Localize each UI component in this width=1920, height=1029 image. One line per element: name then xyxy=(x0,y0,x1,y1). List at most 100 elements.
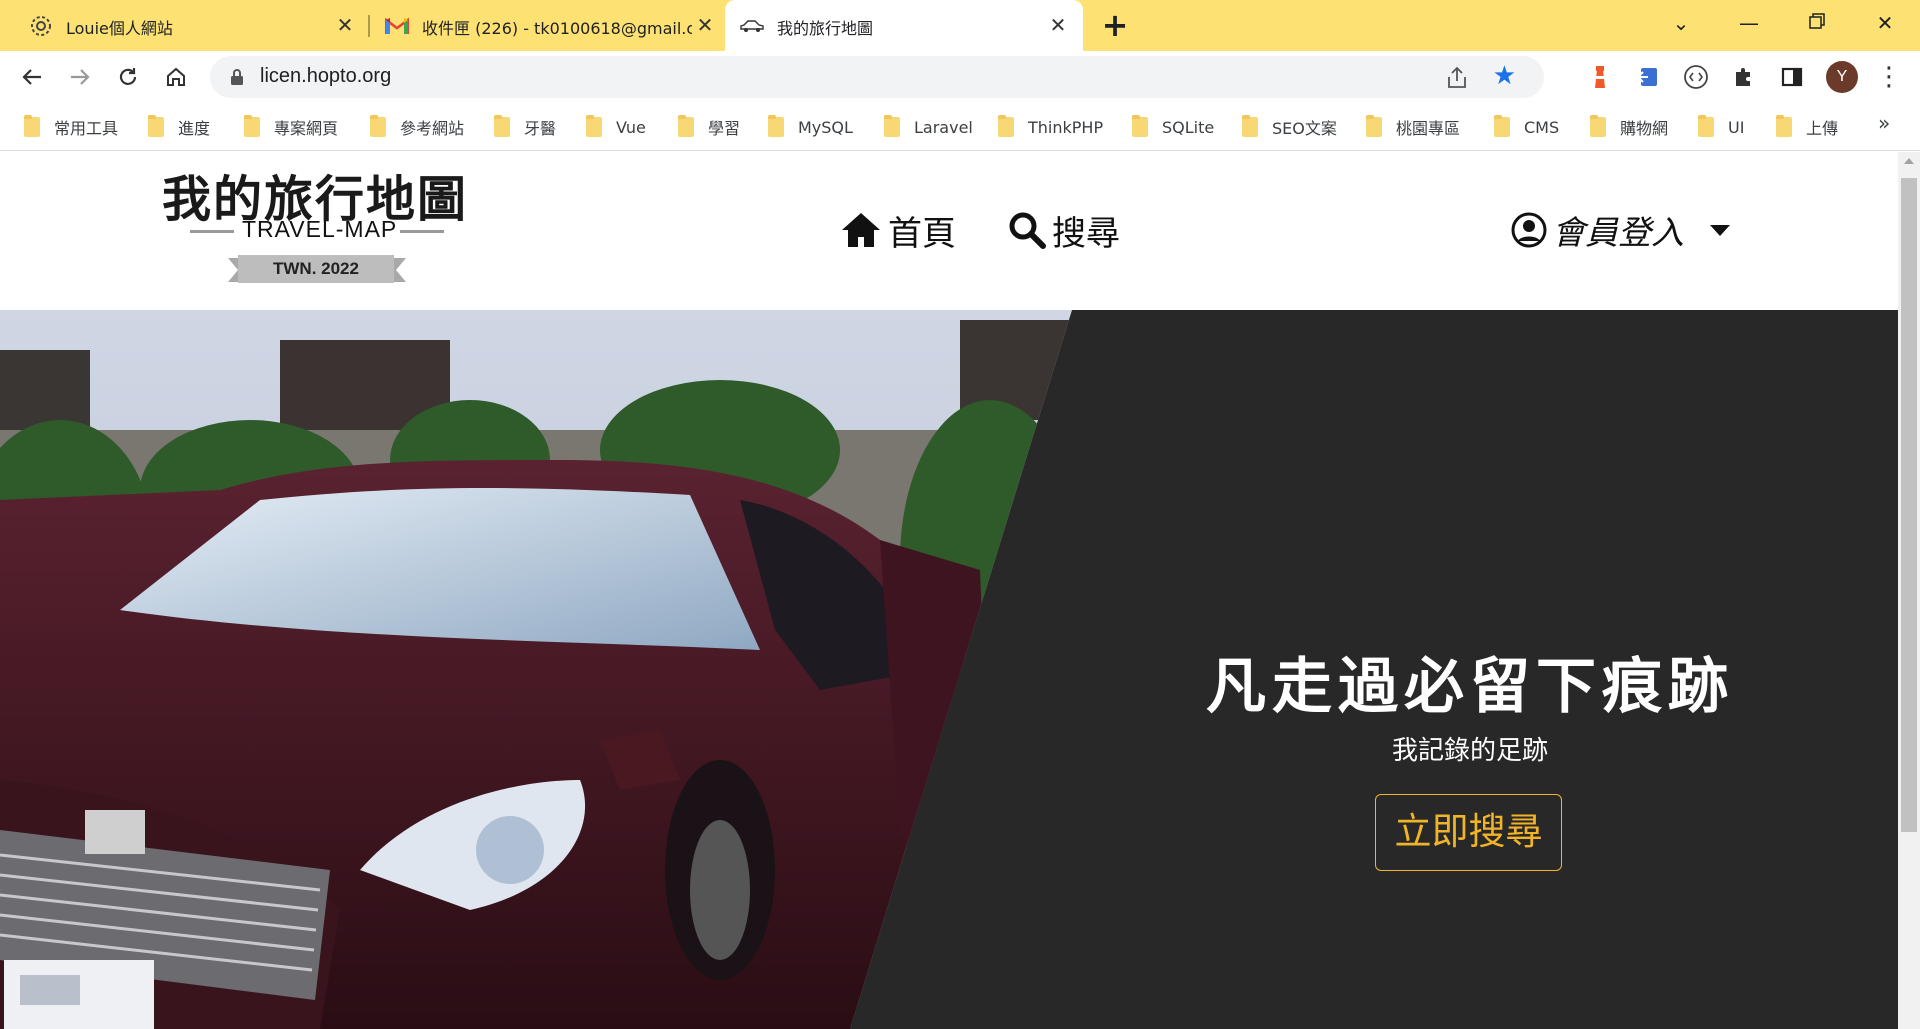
tab-search-icon[interactable]: ⌄ xyxy=(1664,8,1698,38)
address-bar[interactable]: licen.hopto.org ★ xyxy=(210,56,1544,98)
logo-divider xyxy=(400,230,444,233)
bookmark-label: Vue xyxy=(616,117,646,137)
scroll-up-icon[interactable] xyxy=(1904,158,1914,164)
code-extension-icon[interactable] xyxy=(1682,63,1710,91)
bookmark-folder[interactable]: 進度 xyxy=(148,114,210,140)
bookmark-label: 牙醫 xyxy=(524,119,557,138)
folder-icon xyxy=(1698,115,1714,137)
search-icon xyxy=(1009,212,1046,249)
gmail-icon xyxy=(384,13,410,39)
home-icon[interactable] xyxy=(160,61,192,93)
hero-title: 凡走過必留下痕跡 xyxy=(1206,652,1734,722)
folder-icon xyxy=(370,115,386,137)
back-icon[interactable] xyxy=(16,61,48,93)
site-logo-badge: TWN. 2022 xyxy=(238,255,394,283)
bookmark-folder[interactable]: ThinkPHP xyxy=(998,114,1103,140)
close-window-icon[interactable]: ✕ xyxy=(1868,8,1902,38)
bookmark-label: UI xyxy=(1728,117,1745,137)
login-label: 會員登入 xyxy=(1552,213,1684,252)
car-icon xyxy=(739,13,765,39)
side-panel-icon[interactable] xyxy=(1778,63,1806,91)
folder-icon xyxy=(768,115,784,137)
site-header: 我的旅行地圖 TRAVEL-MAP TWN. 2022 首頁 搜尋 會員登入 xyxy=(0,152,1898,310)
share-icon[interactable] xyxy=(1444,65,1470,91)
bookmark-folder[interactable]: MySQL xyxy=(768,114,853,140)
caret-down-icon xyxy=(1710,224,1730,236)
bookmark-folder[interactable]: SQLite xyxy=(1132,114,1214,140)
gear-icon xyxy=(28,13,54,39)
bookmark-folder[interactable]: 購物網 xyxy=(1590,114,1668,140)
tab-title: Louie個人網站 xyxy=(66,19,173,38)
bookmark-folder[interactable]: 學習 xyxy=(678,114,740,140)
browser-menu-icon[interactable]: ⋮ xyxy=(1876,62,1902,92)
browser-toolbar: licen.hopto.org ★ xyxy=(0,51,1920,103)
folder-icon xyxy=(1242,115,1258,137)
bookmark-label: 常用工具 xyxy=(54,119,119,138)
tab-title: 我的旅行地圖 xyxy=(777,19,874,38)
bookmark-label: 購物網 xyxy=(1620,119,1669,138)
folder-icon xyxy=(244,115,260,137)
tab-separator xyxy=(368,15,370,37)
bookmark-folder[interactable]: Laravel xyxy=(884,114,973,140)
tab-gmail[interactable]: 收件匣 (226) - tk0100618@gmail.c ✕ xyxy=(372,0,724,51)
home-icon xyxy=(842,213,880,247)
bookmark-folder[interactable]: CMS xyxy=(1494,114,1559,140)
tab-travel-map[interactable]: 我的旅行地圖 ✕ xyxy=(725,0,1083,51)
bookmark-folder[interactable]: 參考網站 xyxy=(370,114,464,140)
bookmark-folder[interactable]: 上傳 xyxy=(1776,114,1838,140)
bookmark-label: 桃園專區 xyxy=(1396,119,1461,138)
forward-icon[interactable] xyxy=(64,61,96,93)
folder-icon xyxy=(494,115,510,137)
folder-icon xyxy=(998,115,1014,137)
scrollbar-thumb[interactable] xyxy=(1901,178,1917,832)
user-circle-icon xyxy=(1511,212,1547,248)
search-now-button[interactable]: 立即搜尋 xyxy=(1375,794,1562,871)
new-tab-button[interactable]: + xyxy=(1100,9,1130,41)
bookmark-folder[interactable]: 常用工具 xyxy=(24,114,118,140)
folder-icon xyxy=(1132,115,1148,137)
hero-banner: 凡走過必留下痕跡 我記錄的足跡 立即搜尋 xyxy=(0,310,1898,1029)
bookmarks-overflow-button[interactable]: » xyxy=(1878,111,1890,135)
lighthouse-extension-icon[interactable] xyxy=(1586,63,1614,91)
bookmark-label: 進度 xyxy=(178,119,211,138)
bookmark-label: SQLite xyxy=(1162,117,1215,137)
close-icon[interactable]: ✕ xyxy=(1047,14,1069,36)
bookmark-folder[interactable]: 牙醫 xyxy=(494,114,556,140)
hero-subtitle: 我記錄的足跡 xyxy=(1391,736,1548,766)
bookmark-label: 學習 xyxy=(708,119,741,138)
folder-icon xyxy=(884,115,900,137)
bookmark-folder[interactable]: 專案網頁 xyxy=(244,114,338,140)
logo-divider xyxy=(190,230,234,233)
bookmark-star-icon[interactable]: ★ xyxy=(1493,63,1516,89)
bookmark-folder[interactable]: UI xyxy=(1698,114,1744,140)
tab-louie[interactable]: Louie個人網站 ✕ xyxy=(0,0,366,51)
url-text: licen.hopto.org xyxy=(260,65,392,87)
close-icon[interactable]: ✕ xyxy=(694,14,716,36)
minimize-icon[interactable]: — xyxy=(1732,8,1766,38)
lock-icon xyxy=(231,69,243,85)
nav-home-label: 首頁 xyxy=(888,213,956,254)
nav-home[interactable]: 首頁 xyxy=(840,208,956,254)
devtools-extension-icon[interactable] xyxy=(1634,63,1662,91)
close-icon[interactable]: ✕ xyxy=(334,14,356,36)
bookmark-folder[interactable]: 桃園專區 xyxy=(1366,114,1460,140)
nav-search[interactable]: 搜尋 xyxy=(1008,208,1120,254)
site-logo-subtitle: TRAVEL-MAP xyxy=(242,216,398,242)
folder-icon xyxy=(1590,115,1606,137)
page-scrollbar[interactable] xyxy=(1898,152,1920,1029)
member-login-dropdown[interactable]: 會員登入 xyxy=(1510,208,1730,252)
reload-icon[interactable] xyxy=(112,61,144,93)
bookmark-folder[interactable]: Vue xyxy=(586,114,646,140)
profile-avatar[interactable]: Y xyxy=(1826,61,1858,93)
extensions-puzzle-icon[interactable] xyxy=(1730,63,1758,91)
bookmark-label: 上傳 xyxy=(1806,119,1839,138)
bookmark-label: 參考網站 xyxy=(400,119,465,138)
restore-icon[interactable] xyxy=(1800,8,1834,38)
bookmark-label: SEO文案 xyxy=(1272,119,1337,138)
folder-icon xyxy=(1776,115,1792,137)
tab-title: 收件匣 (226) - tk0100618@gmail.c xyxy=(422,19,692,38)
bookmark-folder[interactable]: SEO文案 xyxy=(1242,114,1337,140)
bookmark-label: CMS xyxy=(1524,117,1560,137)
bookmark-label: Laravel xyxy=(914,117,973,137)
folder-icon xyxy=(1494,115,1510,137)
